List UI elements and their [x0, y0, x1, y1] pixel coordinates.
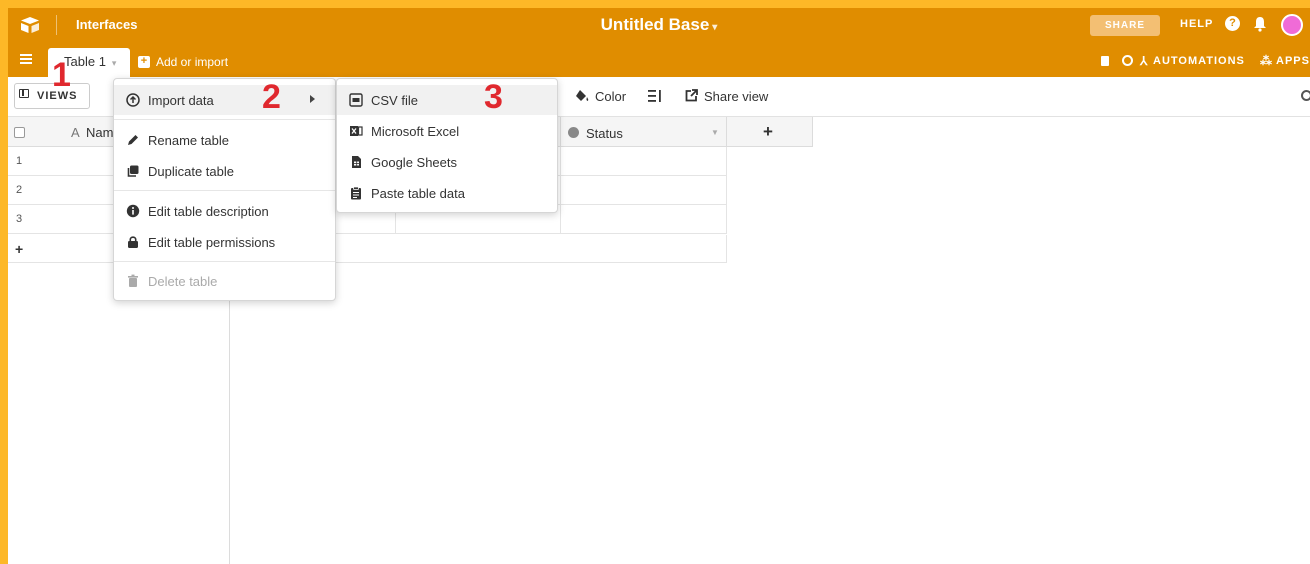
- column-header-name[interactable]: Nam: [86, 125, 113, 140]
- google-sheets-icon: [352, 156, 361, 168]
- menu-item-label: Paste table data: [371, 186, 465, 201]
- clipboard-icon: [351, 186, 361, 200]
- share-button-label: SHARE: [1104, 20, 1145, 31]
- user-avatar[interactable]: [1281, 14, 1303, 36]
- menu-item-microsoft-excel[interactable]: Microsoft Excel: [337, 116, 557, 146]
- pencil-icon: [128, 135, 138, 145]
- menu-item-label: Edit table permissions: [148, 235, 276, 250]
- column-divider: [812, 117, 813, 147]
- row-number: 1: [16, 155, 23, 167]
- menu-item-delete-table: Delete table: [114, 266, 335, 296]
- menu-item-label: Delete table: [148, 274, 218, 289]
- share-view-button[interactable]: Share view: [704, 89, 768, 104]
- import-icon: [126, 93, 140, 107]
- menu-divider: [114, 119, 335, 120]
- csv-file-icon: [349, 93, 363, 107]
- menu-item-label: Google Sheets: [371, 155, 458, 170]
- automations-button[interactable]: AUTOMATIONS: [1153, 55, 1245, 67]
- color-bucket-icon[interactable]: [575, 89, 590, 103]
- menu-item-edit-table-permissions[interactable]: Edit table permissions: [114, 227, 335, 257]
- hamburger-menu-icon[interactable]: [20, 54, 32, 64]
- import-data-submenu: CSV file Microsoft Excel Google Sheets P…: [336, 78, 558, 213]
- lock-icon: [128, 236, 138, 248]
- cell-divider: [726, 176, 727, 205]
- cell-divider: [726, 235, 727, 263]
- base-title-text[interactable]: Untitled Base: [601, 15, 710, 34]
- select-all-checkbox[interactable]: [14, 127, 25, 138]
- column-divider: [726, 117, 727, 147]
- menu-item-label: Duplicate table: [148, 164, 234, 179]
- automations-icon[interactable]: ⅄: [1140, 54, 1147, 68]
- menu-item-csv-file[interactable]: CSV file: [337, 85, 557, 115]
- menu-item-duplicate-table[interactable]: Duplicate table: [114, 156, 335, 186]
- column-divider: [560, 117, 561, 147]
- top-bar: Interfaces Untitled Base ▾ SHARE HELP ?: [8, 8, 1310, 42]
- base-title-caret-icon[interactable]: ▾: [712, 22, 717, 33]
- views-sidebar-icon: [19, 89, 29, 98]
- menu-item-label: Import data: [148, 93, 214, 108]
- help-icon[interactable]: ?: [1225, 16, 1240, 31]
- excel-icon: [350, 126, 363, 136]
- cell-divider: [560, 147, 561, 176]
- add-or-import-button[interactable]: Add or import: [156, 55, 228, 69]
- menu-divider: [114, 190, 335, 191]
- help-link[interactable]: HELP: [1180, 18, 1213, 30]
- history-icon[interactable]: [1122, 55, 1133, 66]
- annotation-step-2: 2: [262, 78, 281, 116]
- menu-item-edit-table-description[interactable]: Edit table description: [114, 196, 335, 226]
- notifications-bell-icon[interactable]: [1253, 16, 1267, 32]
- trash-icon: [128, 274, 138, 287]
- menu-item-rename-table[interactable]: Rename table: [114, 125, 335, 155]
- menu-item-label: Microsoft Excel: [371, 124, 460, 139]
- share-button[interactable]: SHARE: [1090, 15, 1160, 36]
- add-table-plus-icon[interactable]: +: [138, 56, 150, 68]
- annotation-step-1: 1: [52, 56, 71, 94]
- cell-divider: [560, 176, 561, 205]
- row-number: 3: [16, 213, 23, 225]
- table-context-menu: Import data Rename table Duplicate table: [113, 78, 336, 301]
- share-view-icon[interactable]: [685, 89, 698, 102]
- single-select-field-icon: [568, 127, 579, 138]
- table-tab-bar: Table 1 ▾ + Add or import ⅄ AUTOMATIONS ⁂…: [8, 42, 1310, 77]
- tab-caret-icon[interactable]: ▾: [112, 58, 117, 68]
- cell-divider: [560, 205, 561, 234]
- menu-item-google-sheets[interactable]: Google Sheets: [337, 147, 557, 177]
- text-field-type-icon: A: [71, 125, 80, 140]
- airtable-app: Interfaces Untitled Base ▾ SHARE HELP ? T…: [8, 8, 1310, 564]
- column-menu-caret-icon[interactable]: ▼: [711, 128, 719, 137]
- menu-divider: [114, 261, 335, 262]
- cell-divider: [726, 147, 727, 176]
- row-height-icon[interactable]: [648, 90, 662, 102]
- menu-item-label: Edit table description: [148, 204, 269, 219]
- duplicate-icon: [127, 165, 139, 177]
- add-row-plus-icon[interactable]: +: [15, 241, 23, 257]
- menu-item-import-data[interactable]: Import data: [114, 85, 335, 115]
- menu-item-label: Rename table: [148, 133, 229, 148]
- apps-button[interactable]: APPS: [1276, 55, 1310, 67]
- apps-icon[interactable]: ⁂: [1260, 54, 1272, 68]
- annotation-step-3: 3: [484, 78, 503, 116]
- trash-icon[interactable]: [1101, 56, 1109, 66]
- menu-item-paste-table-data[interactable]: Paste table data: [337, 178, 557, 208]
- color-button[interactable]: Color: [595, 89, 626, 104]
- info-icon: [126, 204, 140, 218]
- search-icon[interactable]: [1301, 90, 1310, 101]
- submenu-arrow-icon: [310, 95, 315, 103]
- add-field-button[interactable]: +: [763, 122, 773, 142]
- column-header-status[interactable]: Status: [586, 126, 623, 141]
- cell-divider: [726, 205, 727, 234]
- menu-item-label: CSV file: [371, 93, 418, 108]
- row-number: 2: [16, 184, 23, 196]
